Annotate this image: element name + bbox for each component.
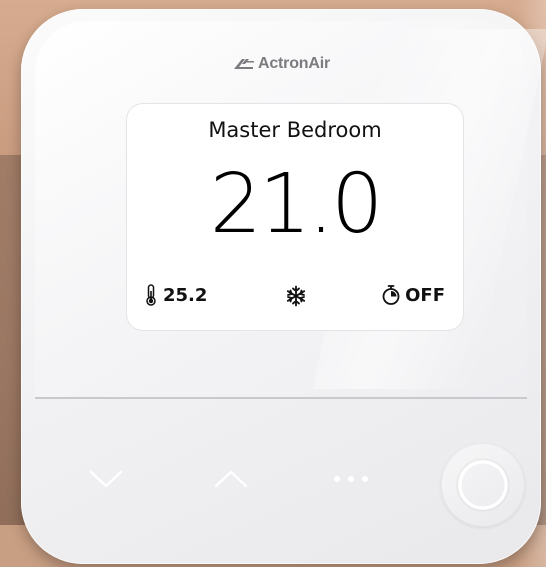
timer-status: OFF [381,284,445,306]
temperature-down-button[interactable] [71,459,141,499]
chevron-up-icon [214,470,248,488]
zone-name: Master Bedroom [208,118,382,142]
temperature-up-button[interactable] [196,459,266,499]
brand-logo: ActronAir [233,55,330,73]
circle-button-icon [456,458,510,512]
room-temperature: 25.2 [145,284,207,306]
status-row: 25.2 OFF [145,284,445,312]
room-temperature-value: 25.2 [163,284,208,306]
more-dots-icon [334,476,368,482]
snowflake-icon [286,285,306,307]
thermostat-device: ActronAir Master Bedroom 21.0 25.2 OFF [21,9,546,564]
actronair-logo-icon [234,59,254,69]
brand-name: ActronAir [258,55,330,72]
more-options-button[interactable] [321,469,381,489]
stopwatch-icon [382,285,400,305]
power-button[interactable] [441,443,525,527]
setpoint-temperature: 21.0 [209,157,384,252]
timer-status-value: OFF [405,284,445,306]
thermometer-icon [146,284,156,306]
chevron-down-icon [89,470,123,488]
display-screen[interactable]: Master Bedroom 21.0 25.2 OFF [127,104,463,330]
